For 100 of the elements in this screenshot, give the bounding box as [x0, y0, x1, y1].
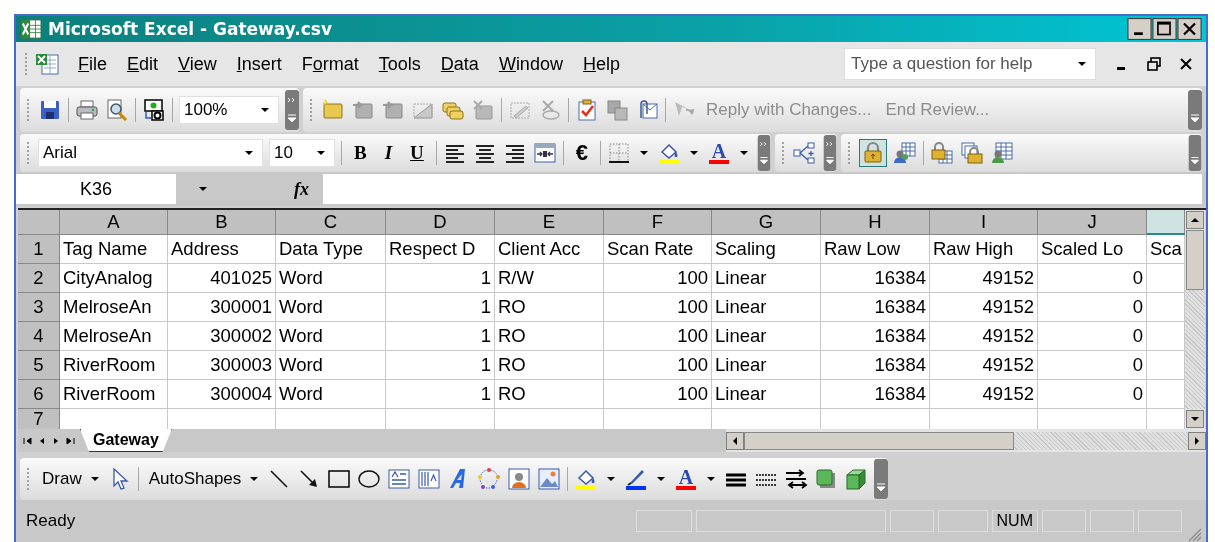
bold-button[interactable]: B [348, 142, 373, 164]
row-header[interactable]: 1 [18, 235, 60, 264]
grid-lock-icon[interactable] [960, 141, 985, 165]
toolbar-grip[interactable] [26, 98, 30, 122]
rectangle-icon[interactable] [327, 467, 352, 491]
oval-icon[interactable] [357, 467, 382, 491]
scroll-thumb[interactable] [1186, 230, 1204, 290]
restore-icon[interactable] [1146, 56, 1162, 72]
next-comment-icon[interactable] [381, 98, 405, 122]
help-search-field[interactable]: Type a question for help [844, 48, 1096, 80]
currency-button[interactable]: € [569, 140, 595, 166]
scroll-left-icon[interactable] [726, 431, 744, 450]
dropdown-arrow-icon[interactable] [656, 476, 667, 482]
lock-grid-icon[interactable] [930, 141, 955, 165]
toolbar-grip[interactable] [847, 141, 852, 165]
menu-item[interactable]: Tools [370, 51, 429, 77]
toolbar-grip[interactable] [781, 141, 786, 165]
update-file-icon[interactable] [605, 98, 629, 122]
scroll-up-icon[interactable] [1186, 211, 1204, 229]
row-header[interactable]: 7 [18, 409, 60, 429]
clip-art-icon[interactable] [507, 467, 532, 491]
dropdown-arrow-icon[interactable] [689, 150, 700, 156]
permission-icon[interactable] [142, 98, 166, 122]
track-changes-icon[interactable] [575, 98, 599, 122]
column-header[interactable]: J [1038, 210, 1147, 235]
row-header[interactable]: 4 [18, 322, 60, 351]
last-sheet-icon[interactable] [64, 434, 76, 447]
menu-item[interactable]: Help [574, 51, 628, 77]
arrow-style-icon[interactable] [784, 467, 809, 491]
close-icon[interactable] [1177, 18, 1202, 40]
resize-grip-icon[interactable] [1186, 526, 1202, 542]
toolbar-options-icon[interactable] [285, 90, 299, 130]
dropdown-arrow-icon[interactable] [244, 150, 254, 156]
scroll-down-icon[interactable] [1186, 410, 1204, 428]
close-icon[interactable] [1178, 56, 1194, 72]
menu-item[interactable]: Data [432, 51, 487, 77]
picture-icon[interactable] [537, 467, 562, 491]
cube-icon[interactable] [844, 467, 869, 491]
toolbar-options-icon[interactable] [1188, 90, 1202, 130]
dropdown-arrow-icon[interactable] [639, 150, 650, 156]
font-dropdown[interactable]: Arial [38, 139, 263, 167]
first-sheet-icon[interactable] [22, 434, 34, 447]
sheet-tab[interactable]: Gateway [80, 429, 172, 452]
font-size-dropdown[interactable]: 10 [269, 139, 335, 167]
toolbar-options-icon[interactable] [823, 135, 838, 171]
line-color-icon[interactable] [624, 467, 649, 491]
row-header[interactable]: 3 [18, 293, 60, 322]
maximize-icon[interactable] [1152, 18, 1177, 40]
column-header[interactable]: A [60, 210, 168, 235]
column-header[interactable]: E [495, 210, 604, 235]
toolbar-grip[interactable] [24, 52, 28, 76]
merge-center-icon[interactable] [532, 141, 557, 165]
print-preview-icon[interactable] [105, 98, 129, 122]
dropdown-arrow-icon[interactable] [606, 476, 617, 482]
lock-icon[interactable] [859, 139, 888, 167]
menu-item[interactable]: Format [293, 51, 367, 77]
column-header[interactable]: F [604, 210, 712, 235]
column-header[interactable]: I [930, 210, 1038, 235]
workbook-icon[interactable] [34, 52, 60, 76]
dropdown-arrow-icon[interactable] [316, 150, 326, 156]
row-header[interactable]: 5 [18, 351, 60, 380]
draw-menu-button[interactable]: Draw [38, 467, 82, 491]
fill-color-icon[interactable] [574, 467, 599, 491]
vertical-text-box-icon[interactable] [417, 467, 442, 491]
toolbar-grip[interactable] [26, 467, 30, 491]
toolbar-options-icon[interactable] [874, 459, 889, 499]
minimize-icon[interactable] [1127, 18, 1152, 40]
menu-item[interactable]: View [170, 51, 225, 77]
people-grid-icon[interactable] [893, 141, 918, 165]
italic-button[interactable]: I [378, 142, 399, 164]
save-icon[interactable] [38, 98, 62, 122]
name-box[interactable]: K36 [16, 174, 176, 204]
dropdown-arrow-icon[interactable] [249, 476, 260, 482]
autoshapes-menu-button[interactable]: AutoShapes [144, 467, 242, 491]
previous-comment-icon[interactable] [351, 98, 375, 122]
formula-input[interactable] [323, 174, 1202, 204]
dropdown-arrow-icon[interactable] [706, 476, 717, 482]
menu-item[interactable]: Edit [119, 51, 167, 77]
toolbar-grip[interactable] [26, 141, 30, 165]
dropdown-arrow-icon[interactable] [198, 186, 208, 192]
horizontal-scrollbar[interactable] [726, 429, 1206, 452]
scroll-thumb[interactable] [744, 431, 1014, 450]
row-header[interactable]: 6 [18, 380, 60, 409]
dropdown-arrow-icon[interactable] [260, 107, 270, 113]
zoom-dropdown[interactable]: 100% [179, 96, 279, 124]
underline-button[interactable]: U [404, 142, 430, 164]
column-header[interactable]: B [168, 210, 276, 235]
row-header[interactable]: 2 [18, 264, 60, 293]
menu-item[interactable]: Insert [228, 51, 290, 77]
fill-color-icon[interactable] [657, 141, 682, 165]
menu-item[interactable]: Window [490, 51, 571, 77]
diagram-icon[interactable] [477, 467, 502, 491]
vertical-scrollbar[interactable] [1185, 210, 1205, 429]
toolbar-options-icon[interactable] [1188, 135, 1202, 171]
dropdown-arrow-icon[interactable] [739, 150, 750, 156]
text-box-icon[interactable] [387, 467, 412, 491]
column-header[interactable]: G [712, 210, 821, 235]
user-grid-icon[interactable] [990, 141, 1015, 165]
column-header[interactable]: D [386, 210, 495, 235]
toolbar-grip[interactable] [309, 98, 313, 122]
